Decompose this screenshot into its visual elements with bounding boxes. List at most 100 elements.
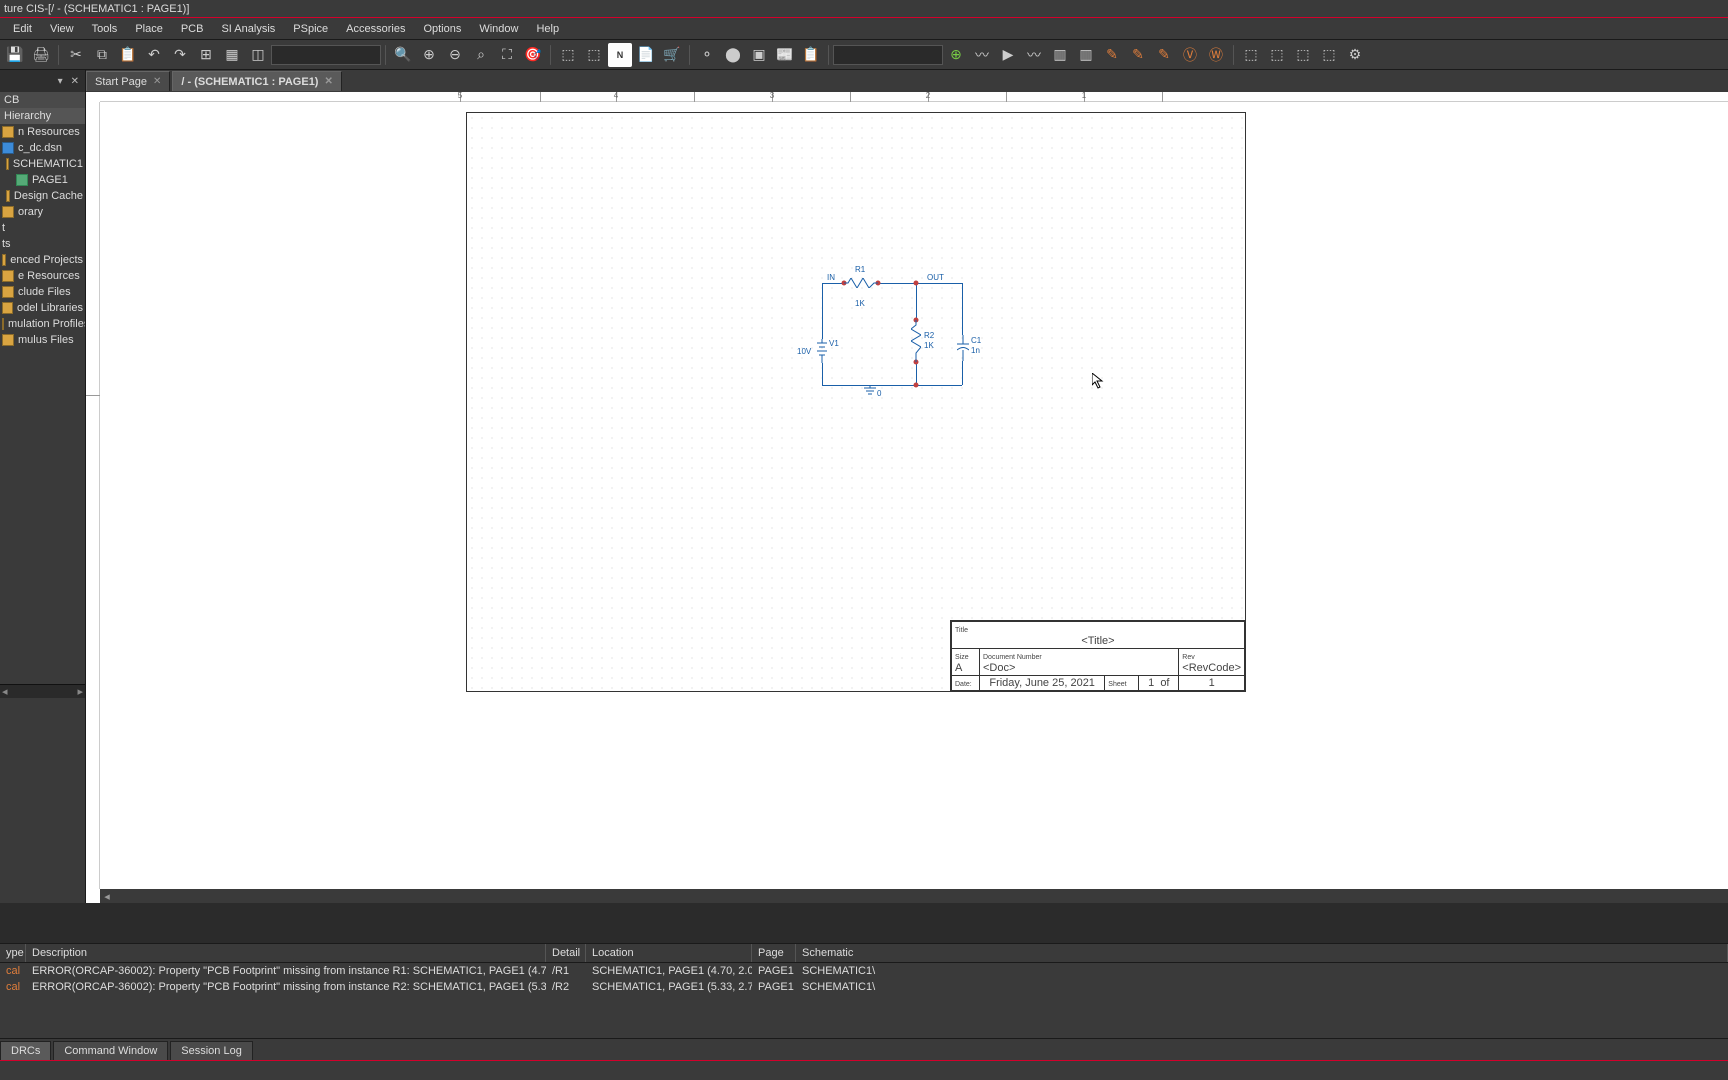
title-value[interactable]: <Title> [955,635,1241,647]
tree-item-outputs[interactable]: t [0,220,85,236]
save-icon[interactable]: 💾 [3,43,27,67]
doc-value[interactable]: <Doc> [983,662,1015,674]
sim-icon-4[interactable]: 📰 [773,43,797,67]
probe-w-icon[interactable]: Ⓦ [1204,43,1228,67]
wire[interactable] [962,361,963,385]
wire[interactable] [878,283,962,284]
zoom-out-icon[interactable]: ⊖ [443,43,467,67]
netlist-icon[interactable]: 📄 [634,43,658,67]
menu-si-analysis[interactable]: SI Analysis [212,18,284,40]
sim-profile-input[interactable] [833,45,943,65]
size-value[interactable]: A [955,662,962,674]
search-icon[interactable]: 🔍 [391,43,415,67]
view-results-icon[interactable]: 〰 [1022,43,1046,67]
drc-row[interactable]: cal ERROR(ORCAP-36002): Property "PCB Fo… [0,963,1728,979]
r2-value[interactable]: 1K [924,341,934,350]
paste-icon[interactable]: 📋 [116,43,140,67]
net-label-in[interactable]: IN [827,273,835,282]
wire[interactable] [916,283,917,320]
col-header-detail[interactable]: Detail [546,944,586,962]
project-tree[interactable]: n Resources c_dc.dsn SCHEMATIC1 PAGE1 De… [0,124,85,684]
junction-node[interactable] [914,281,919,286]
copy-icon[interactable]: ⧉ [90,43,114,67]
wire[interactable] [822,283,823,339]
hierarchy-tab[interactable]: Hierarchy [0,108,85,124]
layer-icon[interactable]: ◫ [246,43,270,67]
sim-icon-2[interactable]: ⬤ [721,43,745,67]
hierarchy-close-icon[interactable]: ✕ [71,76,79,87]
menu-accessories[interactable]: Accessories [337,18,414,40]
menu-pspice[interactable]: PSpice [284,18,337,40]
snap-icon[interactable]: ▦ [220,43,244,67]
tree-item-reports[interactable]: ts [0,236,85,252]
current-marker-icon[interactable]: ✎ [1126,43,1150,67]
grid-icon[interactable]: ⊞ [194,43,218,67]
tree-item-page1[interactable]: PAGE1 [0,172,85,188]
col-header-type[interactable]: ype [0,944,26,962]
menu-edit[interactable]: Edit [4,18,41,40]
net-icon-1[interactable]: ⬚ [1239,43,1263,67]
sim-icon-5[interactable]: 📋 [799,43,823,67]
sidebar-scroll[interactable]: ◂▸ [0,684,85,698]
descend-icon[interactable]: ⬚ [582,43,606,67]
menu-tools[interactable]: Tools [83,18,127,40]
power-marker-icon[interactable]: ✎ [1152,43,1176,67]
cart-icon[interactable]: 🛒 [660,43,684,67]
schematic-page[interactable]: IN OUT R1 1K R2 1K C1 1n [466,112,1246,692]
sim-icon-3[interactable]: ▣ [747,43,771,67]
cut-icon[interactable]: ✂ [64,43,88,67]
part-name-input[interactable] [271,45,381,65]
junction-node[interactable] [914,383,919,388]
marker-icon-2[interactable]: ▥ [1074,43,1098,67]
horizontal-scrollbar[interactable]: ◂ [100,889,1728,903]
r2-ref[interactable]: R2 [924,331,934,340]
marker-icon-1[interactable]: ▥ [1048,43,1072,67]
menu-place[interactable]: Place [126,18,172,40]
tree-item-library[interactable]: orary [0,204,85,220]
menu-help[interactable]: Help [527,18,568,40]
col-header-schematic[interactable]: Schematic [796,944,1728,962]
tree-item-schematic1[interactable]: SCHEMATIC1 [0,156,85,172]
print-icon[interactable]: 🖨 [29,43,53,67]
close-icon[interactable]: ✕ [324,72,332,92]
v1-ref[interactable]: V1 [829,339,839,348]
sheet-current[interactable]: 1 [1148,677,1154,689]
col-header-page[interactable]: Page [752,944,796,962]
r1-ref[interactable]: R1 [855,265,865,274]
zoom-area-icon[interactable]: ⌕ [469,43,493,67]
sheet-total[interactable]: 1 [1179,676,1245,691]
bom-icon[interactable]: N [608,43,632,67]
tree-item-design[interactable]: c_dc.dsn [0,140,85,156]
settings-icon[interactable]: ⚙ [1343,43,1367,67]
resistor-r1[interactable] [844,278,878,288]
zoom-in-icon[interactable]: ⊕ [417,43,441,67]
r1-value[interactable]: 1K [855,299,865,308]
menu-pcb[interactable]: PCB [172,18,213,40]
probe-v-icon[interactable]: Ⓥ [1178,43,1202,67]
net-icon-3[interactable]: ⬚ [1291,43,1315,67]
new-profile-icon[interactable]: ⊕ [944,43,968,67]
zoom-select-icon[interactable]: 🎯 [521,43,545,67]
net-icon-2[interactable]: ⬚ [1265,43,1289,67]
hierarchy-dropdown-icon[interactable]: ▾ [58,76,63,87]
title-block[interactable]: Title<Title> SizeA Document Number<Doc> … [950,620,1246,692]
tree-item-model-libs[interactable]: odel Libraries [0,300,85,316]
tree-item-ref-projects[interactable]: enced Projects [0,252,85,268]
tab-drcs[interactable]: DRCs [0,1041,51,1060]
tree-item-resources[interactable]: n Resources [0,124,85,140]
col-header-description[interactable]: Description [26,944,546,962]
tab-start-page[interactable]: Start Page ✕ [86,71,170,91]
tree-item-design-cache[interactable]: Design Cache [0,188,85,204]
menu-options[interactable]: Options [414,18,470,40]
tree-item-include-files[interactable]: clude Files [0,284,85,300]
ground-label[interactable]: 0 [877,389,881,398]
tree-item-sim-profiles[interactable]: mulation Profiles [0,316,85,332]
drc-row[interactable]: cal ERROR(ORCAP-36002): Property "PCB Fo… [0,979,1728,995]
tab-command-window[interactable]: Command Window [53,1041,168,1060]
wire[interactable] [822,363,823,385]
rev-value[interactable]: <RevCode> [1182,662,1241,674]
redo-icon[interactable]: ↷ [168,43,192,67]
run-icon[interactable]: ▶ [996,43,1020,67]
v1-value[interactable]: 10V [797,347,811,356]
tab-session-log[interactable]: Session Log [170,1041,253,1060]
